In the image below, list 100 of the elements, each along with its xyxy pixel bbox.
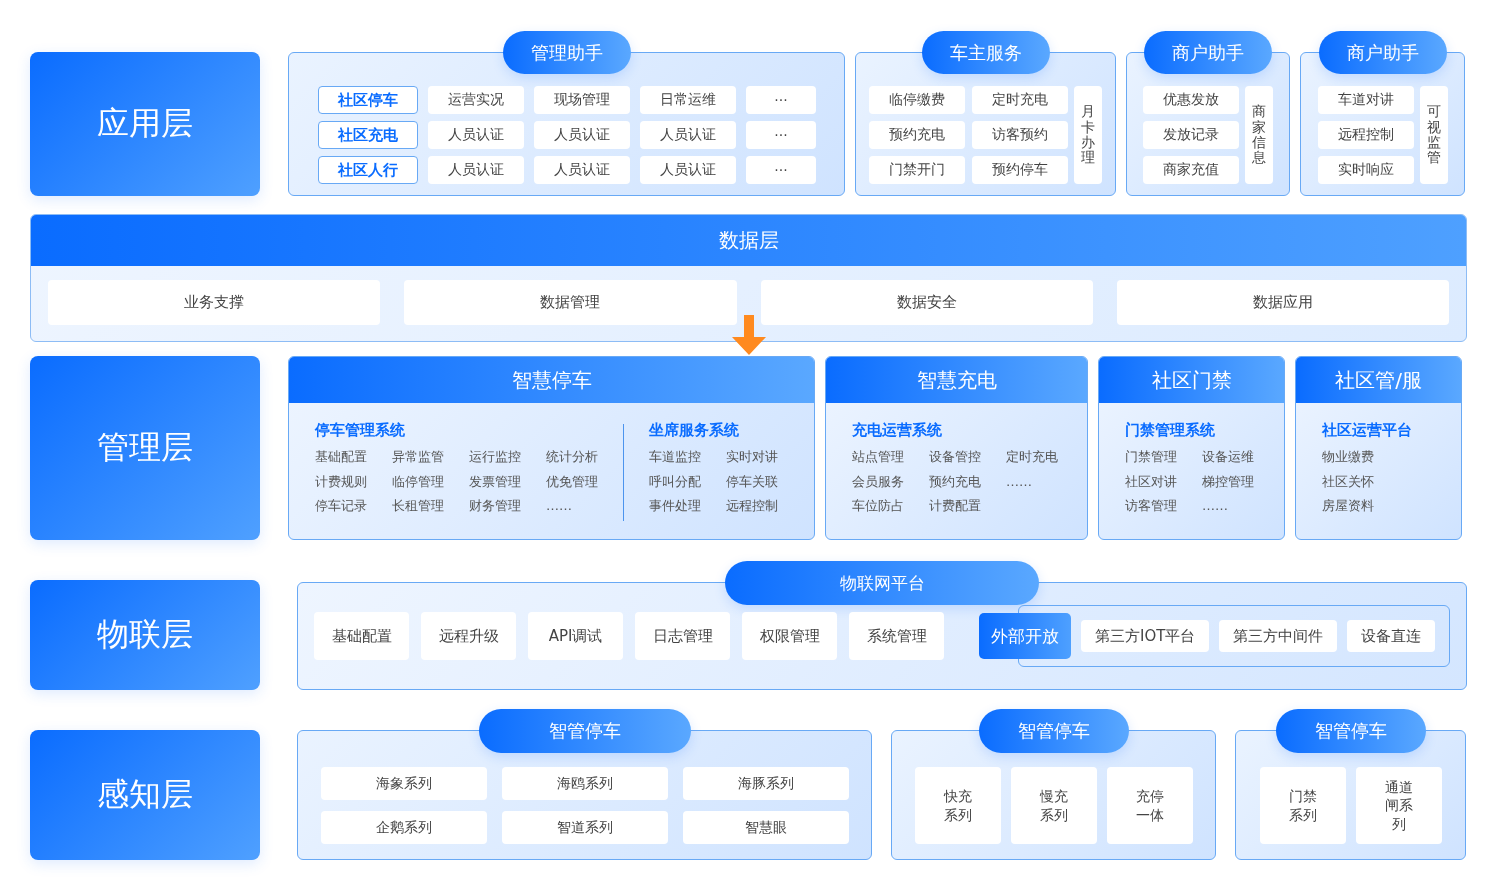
feature-tile: 第三方IOT平台 xyxy=(1081,620,1210,652)
feature-tile: 车道对讲 xyxy=(1317,86,1414,114)
feature-tile: ··· xyxy=(746,156,816,184)
device-tile: 慢充系列 xyxy=(1010,767,1097,844)
feature-tile: 实时响应 xyxy=(1317,156,1414,184)
open-label: 外部开放 xyxy=(979,613,1071,659)
feature-tile: 设备直连 xyxy=(1347,620,1436,652)
function-label: 物业缴费 xyxy=(1322,448,1375,466)
layer-label: 应用层 xyxy=(30,52,260,196)
feature-tile: 权限管理 xyxy=(742,612,837,660)
function-label: 站点管理 xyxy=(852,448,905,466)
feature-tile: 数据安全 xyxy=(760,280,1093,325)
panel-title: 商户助手 xyxy=(1318,31,1447,74)
feature-tile: 远程控制 xyxy=(1317,121,1414,149)
feature-tile: 人员认证 xyxy=(534,121,630,149)
layer-label: 感知层 xyxy=(30,730,260,860)
function-label: 计费配置 xyxy=(929,497,982,515)
feature-tile: API调试 xyxy=(528,612,623,660)
function-label: 异常监管 xyxy=(392,448,445,466)
function-label: 远程控制 xyxy=(726,497,779,515)
function-label: 车位防占 xyxy=(852,497,905,515)
function-label: 临停管理 xyxy=(392,472,445,491)
feature-tile: ··· xyxy=(746,121,816,149)
feature-tile: 人员认证 xyxy=(640,156,736,184)
function-label: 梯控管理 xyxy=(1202,472,1255,491)
function-label: 优免管理 xyxy=(546,472,599,491)
device-tile: 快充系列 xyxy=(914,767,1001,844)
feature-tile: 发放记录 xyxy=(1143,121,1239,149)
function-label: …… xyxy=(1006,472,1033,491)
feature-tile: 商家信息 xyxy=(1245,86,1273,184)
device-tile: 智慧眼 xyxy=(682,811,849,844)
device-tile: 门禁系列 xyxy=(1259,767,1346,844)
feature-tile: 系统管理 xyxy=(849,612,944,660)
feature-tile: 业务支撑 xyxy=(48,280,381,325)
panel-title: 商户助手 xyxy=(1144,31,1272,74)
panel-title: 智管停车 xyxy=(1275,709,1426,753)
feature-tile: 门禁开门 xyxy=(869,156,965,184)
feature-tile: 人员认证 xyxy=(428,156,524,184)
panel-title: 智管停车 xyxy=(978,709,1129,753)
system-title: 社区运营平台 xyxy=(1322,421,1412,440)
layer-header: 数据层 xyxy=(31,215,1466,266)
panel-header: 智慧停车 xyxy=(289,357,814,403)
function-label: 实时对讲 xyxy=(726,448,779,466)
feature-tile: 第三方中间件 xyxy=(1219,620,1338,652)
feature-tile: 日志管理 xyxy=(635,612,730,660)
feature-tile: 商家充值 xyxy=(1143,156,1239,184)
feature-tile: 临停缴费 xyxy=(869,86,965,114)
function-label: 财务管理 xyxy=(469,497,522,515)
feature-tile: 远程升级 xyxy=(421,612,516,660)
function-label: 统计分析 xyxy=(546,448,599,466)
feature-tile: 可视监管 xyxy=(1419,86,1448,184)
device-tile: 海象系列 xyxy=(320,767,487,800)
feature-tile: ··· xyxy=(746,86,816,114)
feature-tile: 日常运维 xyxy=(640,86,736,114)
function-label: 定时充电 xyxy=(1006,448,1059,466)
panel-header: 智慧充电 xyxy=(826,357,1087,403)
down-arrow-icon xyxy=(732,315,766,355)
feature-tile: 预约充电 xyxy=(869,121,965,149)
device-tile: 海鸥系列 xyxy=(501,767,668,800)
function-label: 呼叫分配 xyxy=(649,472,702,491)
function-label: 门禁管理 xyxy=(1125,448,1178,466)
function-label: 发票管理 xyxy=(469,472,522,491)
function-label: 社区对讲 xyxy=(1125,472,1178,491)
feature-tile: 访客预约 xyxy=(972,121,1068,149)
panel-header: 社区管/服 xyxy=(1296,357,1461,403)
feature-tile: 运营实况 xyxy=(428,86,524,114)
feature-tile: 优惠发放 xyxy=(1143,86,1239,114)
function-label: 停车关联 xyxy=(726,472,779,491)
function-label: 计费规则 xyxy=(315,472,368,491)
feature-tile: 月卡办理 xyxy=(1074,86,1102,184)
feature-tile: 人员认证 xyxy=(428,121,524,149)
feature-tile: 基础配置 xyxy=(314,612,409,660)
layer-label: 物联层 xyxy=(30,580,260,690)
panel-title: 车主服务 xyxy=(921,31,1050,74)
feature-tile: 现场管理 xyxy=(534,86,630,114)
category-tag: 社区人行 xyxy=(318,156,418,184)
function-label: …… xyxy=(546,497,573,515)
function-label: 基础配置 xyxy=(315,448,368,466)
function-label: 预约充电 xyxy=(929,472,982,491)
device-tile: 充停一体 xyxy=(1106,767,1193,844)
device-tile: 智道系列 xyxy=(501,811,668,844)
feature-tile: 定时充电 xyxy=(972,86,1068,114)
system-title: 坐席服务系统 xyxy=(649,421,740,440)
function-label: 设备管控 xyxy=(929,448,982,466)
panel-title: 智管停车 xyxy=(478,709,691,753)
system-title: 充电运营系统 xyxy=(852,421,943,440)
feature-tile: 人员认证 xyxy=(534,156,630,184)
function-label: …… xyxy=(1202,497,1229,515)
function-label: 设备运维 xyxy=(1202,448,1255,466)
feature-tile: 预约停车 xyxy=(972,156,1068,184)
system-title: 门禁管理系统 xyxy=(1125,421,1216,440)
category-tag: 社区停车 xyxy=(318,86,418,114)
panel-title: 物联网平台 xyxy=(725,561,1039,605)
function-label: 事件处理 xyxy=(649,497,702,515)
function-label: 长租管理 xyxy=(392,497,445,515)
feature-tile: 数据管理 xyxy=(404,280,737,325)
layer-label: 管理层 xyxy=(30,356,260,540)
function-label: 会员服务 xyxy=(852,472,905,491)
device-tile: 企鹅系列 xyxy=(320,811,487,844)
category-tag: 社区充电 xyxy=(318,121,418,149)
